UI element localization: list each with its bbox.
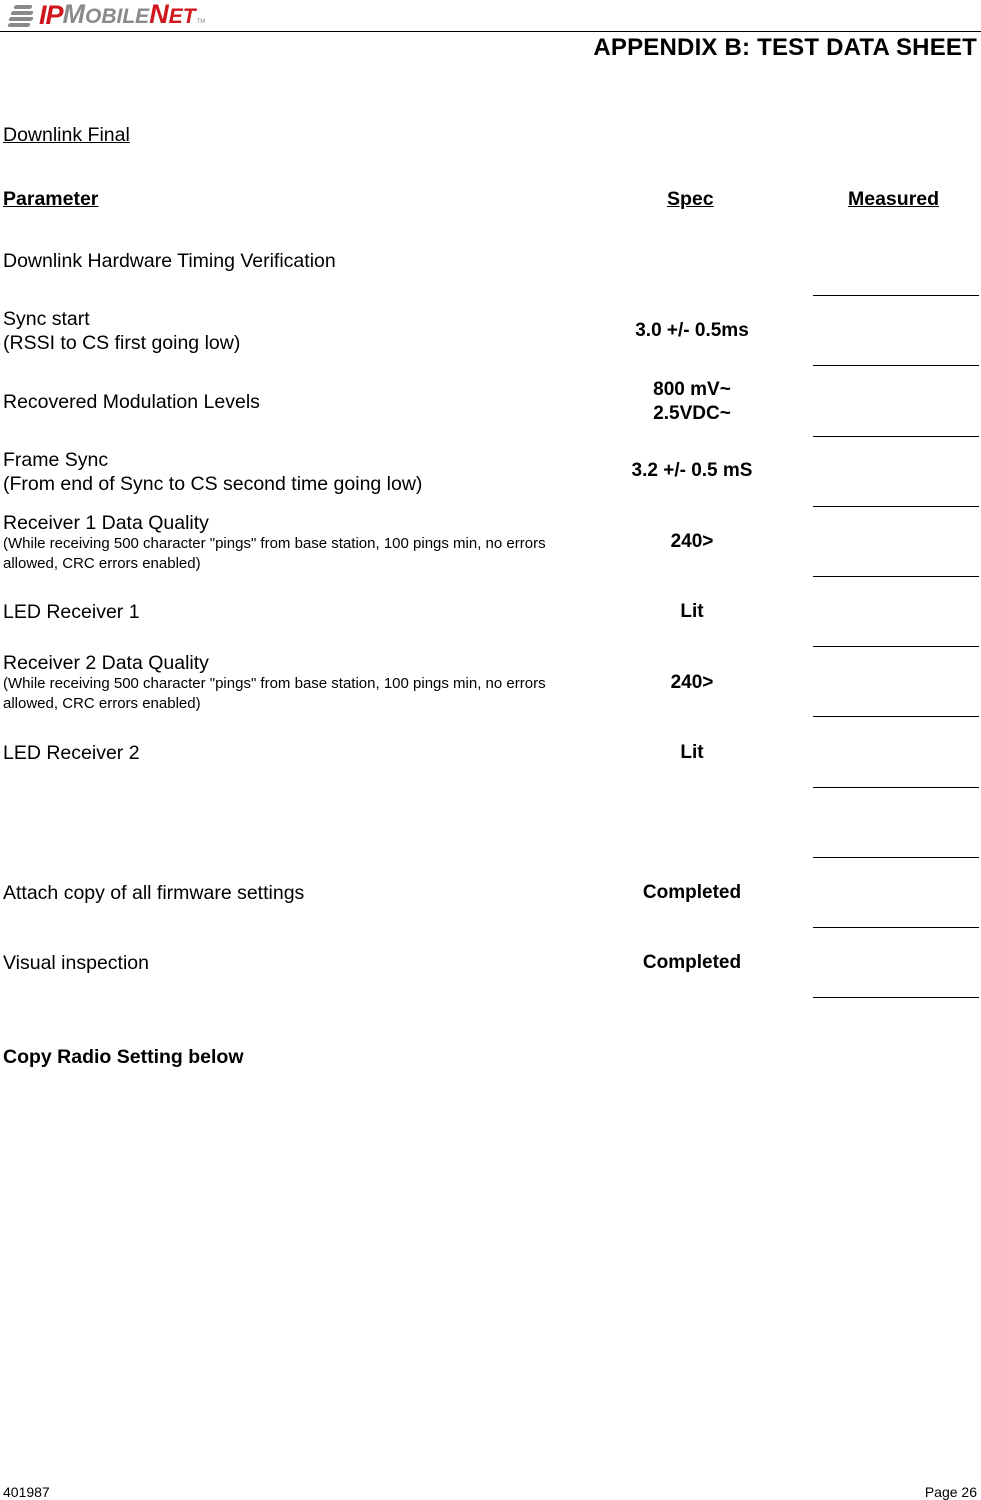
- parameter-label: Attach copy of all firmware settings: [3, 882, 305, 904]
- measured-field-line[interactable]: [813, 506, 979, 507]
- parameter-label: Recovered Modulation Levels: [3, 391, 260, 413]
- measured-field-line[interactable]: [813, 365, 979, 366]
- spec-value: 3.2 +/- 0.5 mS: [631, 460, 753, 481]
- spec-value-line1: 800 mV~: [653, 379, 731, 400]
- page-title: APPENDIX B: TEST DATA SHEET: [593, 34, 977, 61]
- ipmobilenet-logo: IP MOBILE NET TM: [7, 0, 206, 30]
- column-header-measured: Measured: [848, 188, 940, 210]
- footer-page-number: Page 26: [924, 1484, 977, 1500]
- measured-field-line[interactable]: [813, 436, 979, 437]
- spec-value-line2: 2.5VDC~: [653, 403, 731, 424]
- parameter-detail: (RSSI to CS first going low): [3, 332, 241, 354]
- copy-radio-setting-label: Copy Radio Setting below: [3, 1046, 244, 1068]
- spec-value: 240>: [670, 672, 714, 693]
- column-header-parameter: Parameter: [3, 188, 99, 210]
- measured-field-line[interactable]: [813, 997, 979, 998]
- parameter-label: LED Receiver 2: [3, 742, 140, 764]
- measured-field-line[interactable]: [813, 927, 979, 928]
- logo-net-text: NET: [149, 0, 196, 29]
- logo-swoosh-icon: [7, 3, 38, 27]
- parameter-detail: (From end of Sync to CS second time goin…: [3, 473, 423, 495]
- spec-value: Completed: [642, 952, 742, 973]
- logo-tm-mark: TM: [196, 19, 206, 25]
- header-rule: [0, 31, 981, 32]
- column-header-spec: Spec: [667, 188, 714, 210]
- section-title: Downlink Final: [3, 124, 130, 146]
- measured-field-line[interactable]: [813, 787, 979, 788]
- parameter-label: Sync start: [3, 308, 90, 330]
- logo-ip-text: IP: [39, 0, 63, 30]
- spec-value: Completed: [642, 882, 742, 903]
- parameter-note: (While receiving 500 character "pings" f…: [3, 535, 546, 572]
- logo-mobile-text: MOBILE: [62, 0, 150, 29]
- measured-field-line[interactable]: [813, 716, 979, 717]
- measured-field-line[interactable]: [813, 576, 979, 577]
- subsection-title: Downlink Hardware Timing Verification: [3, 250, 336, 272]
- parameter-label: LED Receiver 1: [3, 601, 140, 623]
- spec-value: 3.0 +/- 0.5ms: [635, 320, 749, 341]
- parameter-label: Visual inspection: [3, 952, 149, 974]
- footer-doc-number: 401987: [3, 1484, 50, 1500]
- parameter-label: Receiver 1 Data Quality: [3, 512, 209, 534]
- parameter-label: Frame Sync: [3, 449, 109, 471]
- spec-value: Lit: [680, 742, 704, 763]
- measured-field-line[interactable]: [813, 295, 979, 296]
- parameter-label: Receiver 2 Data Quality: [3, 652, 209, 674]
- measured-field-line[interactable]: [813, 857, 979, 858]
- spec-value: 240>: [670, 531, 714, 552]
- spec-value: Lit: [680, 601, 704, 622]
- parameter-note: (While receiving 500 character "pings" f…: [3, 675, 546, 712]
- measured-field-line[interactable]: [813, 646, 979, 647]
